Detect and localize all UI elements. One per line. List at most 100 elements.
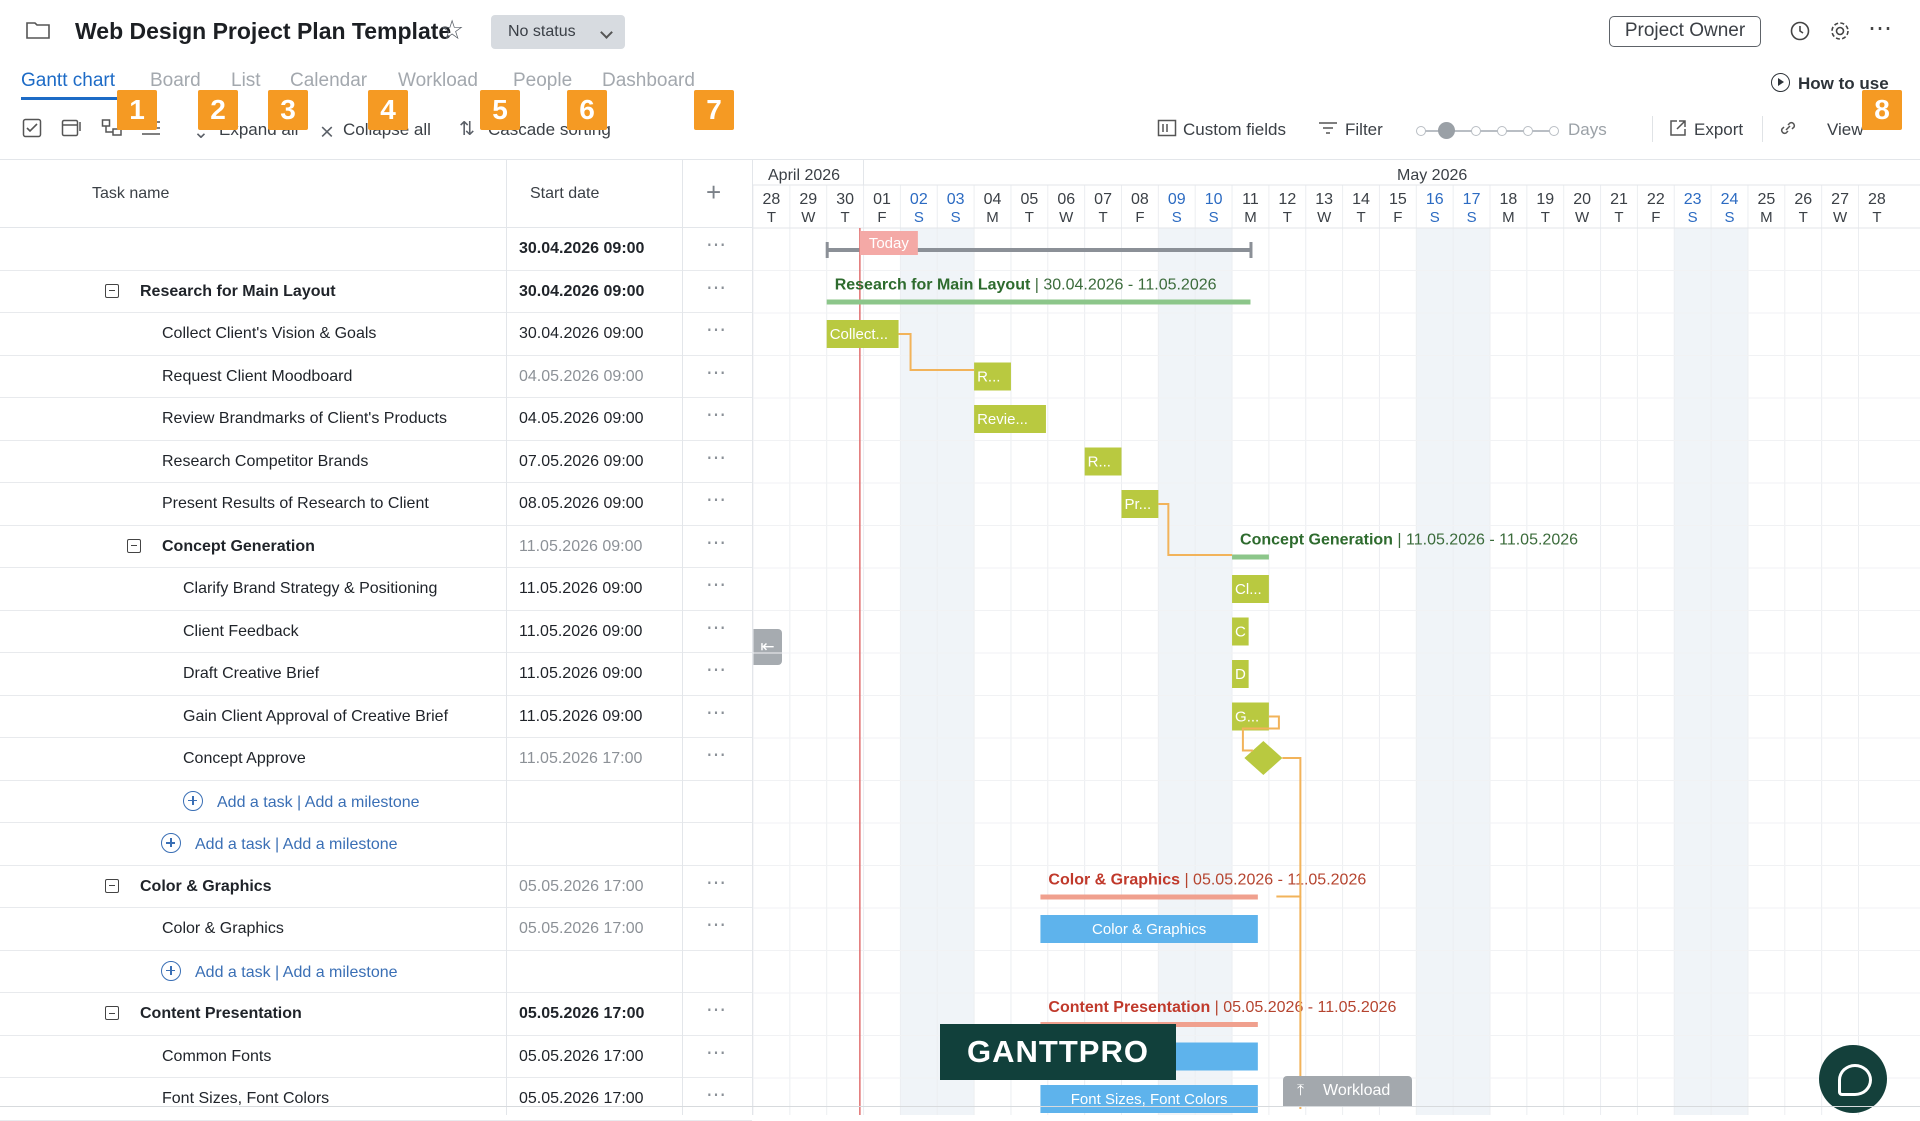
row-menu-icon[interactable]: ⋯	[706, 317, 727, 342]
folder-icon[interactable]	[26, 21, 50, 39]
row-menu-icon[interactable]: ⋯	[706, 275, 727, 300]
start-date[interactable]: 05.05.2026 17:00	[519, 1048, 644, 1066]
chat-support-icon[interactable]	[1819, 1045, 1887, 1113]
history-icon[interactable]	[1789, 20, 1811, 48]
row-menu-icon[interactable]: ⋯	[706, 487, 727, 512]
link-icon[interactable]	[1778, 118, 1798, 144]
collapse-group-icon[interactable]	[127, 538, 141, 553]
table-row[interactable]: Present Results of Research to Client 08.…	[0, 483, 752, 526]
calendar-edit-icon[interactable]	[61, 118, 83, 144]
row-menu-icon[interactable]: ⋯	[706, 445, 727, 470]
tab-board[interactable]: Board	[150, 70, 201, 92]
add-circle-icon[interactable]	[183, 790, 203, 811]
view-button[interactable]: View	[1827, 120, 1864, 140]
start-date[interactable]: 08.05.2026 09:00	[519, 495, 644, 513]
add-task-link[interactable]: Add a task	[195, 964, 271, 981]
workload-panel-toggle[interactable]: ⤒ Workload	[1283, 1076, 1412, 1106]
project-owner-button[interactable]: Project Owner	[1609, 16, 1761, 47]
task-name[interactable]: Request Client Moodboard	[162, 368, 352, 386]
add-milestone-link[interactable]: Add a milestone	[283, 964, 398, 981]
zoom-stop[interactable]	[1471, 126, 1481, 136]
group-bar[interactable]	[826, 299, 1251, 305]
add-item-row[interactable]: Add a task | Add a milestone	[0, 951, 752, 993]
export-button[interactable]: Export	[1694, 120, 1743, 140]
checkbox-icon[interactable]	[22, 118, 42, 144]
group-bar[interactable]	[1232, 554, 1269, 560]
tab-dashboard[interactable]: Dashboard	[602, 70, 695, 92]
add-milestone-link[interactable]: Add a milestone	[283, 836, 398, 853]
group-row[interactable]: Content Presentation 05.05.2026 17:00 ⋯	[0, 993, 752, 1036]
add-task-link[interactable]: Add a task	[195, 836, 271, 853]
filter-button[interactable]: Filter	[1345, 120, 1383, 140]
add-circle-icon[interactable]	[161, 833, 181, 853]
custom-fields-button[interactable]: Custom fields	[1183, 120, 1286, 140]
start-date[interactable]: 11.05.2026 09:00	[519, 708, 642, 726]
row-menu-icon[interactable]: ⋯	[706, 1040, 727, 1065]
task-name[interactable]: Review Brandmarks of Client's Products	[162, 410, 447, 428]
row-menu-icon[interactable]: ⋯	[706, 742, 727, 767]
task-name[interactable]: Color & Graphics	[162, 920, 284, 938]
start-date[interactable]: 11.05.2026 09:00	[519, 665, 642, 683]
start-date[interactable]: 04.05.2026 09:00	[519, 410, 644, 428]
status-dropdown[interactable]: No status	[491, 15, 625, 49]
task-name[interactable]: Client Feedback	[183, 623, 299, 641]
start-date[interactable]: 11.05.2026 09:00	[519, 580, 642, 598]
milestone-diamond[interactable]	[1244, 741, 1283, 775]
row-menu-icon[interactable]: ⋯	[706, 912, 727, 937]
start-date[interactable]: 30.04.2026 09:00	[519, 325, 644, 343]
start-date[interactable]: 05.05.2026 17:00	[519, 1005, 644, 1023]
tab-gantt-chart[interactable]: Gantt chart	[21, 70, 115, 92]
group-row[interactable]: Color & Graphics 05.05.2026 17:00 ⋯	[0, 866, 752, 908]
zoom-stop[interactable]	[1549, 126, 1559, 136]
start-date[interactable]: 07.05.2026 09:00	[519, 453, 644, 471]
tab-workload[interactable]: Workload	[398, 70, 478, 92]
task-name[interactable]: Research Competitor Brands	[162, 453, 368, 471]
start-date[interactable]: 05.05.2026 17:00	[519, 878, 644, 896]
gear-icon[interactable]	[1829, 20, 1851, 48]
row-menu-icon[interactable]: ⋯	[706, 530, 727, 555]
row-menu-icon[interactable]: ⋯	[706, 572, 727, 597]
start-date[interactable]: 11.05.2026 09:00	[519, 623, 642, 641]
task-name[interactable]: Gain Client Approval of Creative Brief	[183, 708, 448, 726]
row-menu-icon[interactable]: ⋯	[706, 870, 727, 895]
add-item-row[interactable]: Add a task | Add a milestone	[0, 781, 752, 823]
table-row[interactable]: Request Client Moodboard 04.05.2026 09:00…	[0, 356, 752, 398]
column-header-task-name[interactable]: Task name	[92, 185, 169, 203]
collapse-group-icon[interactable]	[105, 1006, 119, 1020]
table-row[interactable]: Font Sizes, Font Colors 05.05.2026 17:00 ⋯	[0, 1078, 752, 1121]
zoom-stop[interactable]	[1497, 126, 1507, 136]
task-name[interactable]: Color & Graphics	[140, 878, 272, 896]
table-row[interactable]: Draft Creative Brief 11.05.2026 09:00 ⋯	[0, 653, 752, 696]
start-date[interactable]: 04.05.2026 09:00	[519, 368, 644, 386]
task-name[interactable]: Collect Client's Vision & Goals	[162, 325, 376, 343]
start-date[interactable]: 30.04.2026 09:00	[519, 283, 644, 301]
tab-calendar[interactable]: Calendar	[290, 70, 367, 92]
task-name[interactable]: Clarify Brand Strategy & Positioning	[183, 580, 437, 598]
group-row[interactable]: Concept Generation 11.05.2026 09:00 ⋯	[0, 526, 752, 568]
table-row[interactable]: Gain Client Approval of Creative Brief 11…	[0, 696, 752, 738]
collapse-group-icon[interactable]	[105, 283, 119, 298]
tab-list[interactable]: List	[231, 70, 261, 92]
row-menu-icon[interactable]: ⋯	[706, 615, 727, 640]
collapse-group-icon[interactable]	[105, 878, 119, 893]
row-menu-icon[interactable]: ⋯	[706, 232, 727, 257]
group-row[interactable]: Research for Main Layout 30.04.2026 09:00…	[0, 271, 752, 313]
start-date[interactable]: 11.05.2026 09:00	[519, 538, 642, 556]
more-menu-icon[interactable]: ⋯	[1868, 14, 1893, 43]
start-date[interactable]: 05.05.2026 17:00	[519, 920, 644, 938]
table-row[interactable]: Clarify Brand Strategy & Positioning 11.0…	[0, 568, 752, 611]
zoom-slider-handle[interactable]	[1438, 122, 1455, 139]
row-menu-icon[interactable]: ⋯	[706, 657, 727, 682]
add-item-row[interactable]: Add a task | Add a milestone	[0, 823, 752, 866]
zoom-stop[interactable]	[1416, 126, 1426, 136]
row-menu-icon[interactable]: ⋯	[706, 997, 727, 1022]
table-row[interactable]: Collect Client's Vision & Goals 30.04.202…	[0, 313, 752, 356]
table-row[interactable]: 30.04.2026 09:00 ⋯	[0, 228, 752, 271]
task-name[interactable]: Research for Main Layout	[140, 283, 336, 301]
group-bar[interactable]	[1040, 894, 1258, 900]
task-name[interactable]: Concept Approve	[183, 750, 306, 768]
task-name[interactable]: Common Fonts	[162, 1048, 271, 1066]
zoom-stop[interactable]	[1523, 126, 1533, 136]
start-date[interactable]: 30.04.2026 09:00	[519, 240, 644, 258]
task-name[interactable]: Concept Generation	[162, 538, 315, 556]
